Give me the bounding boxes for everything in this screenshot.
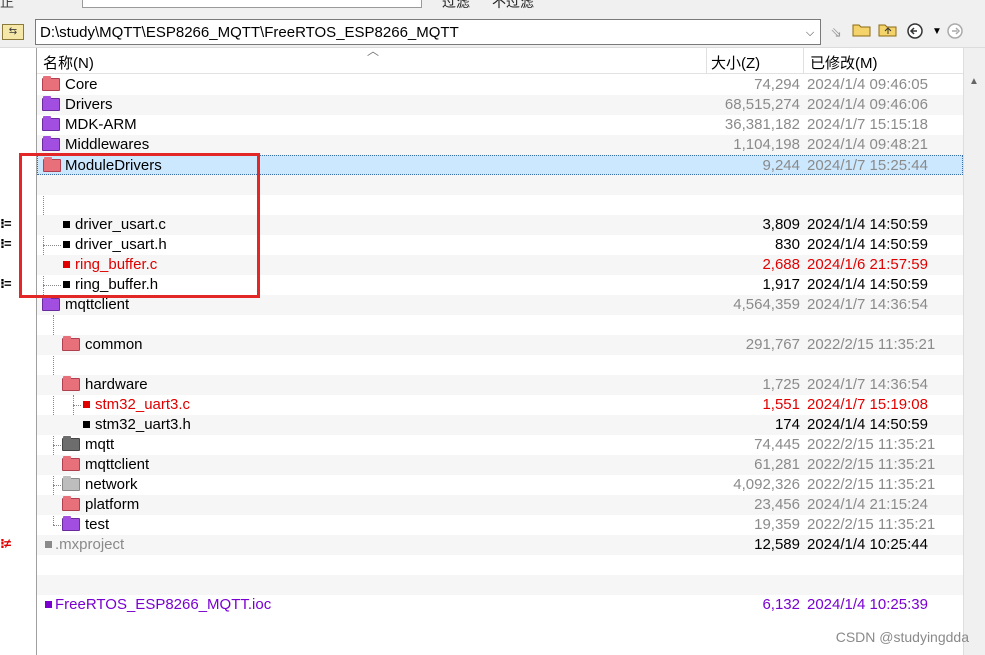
list-item[interactable]: mqttclient 4,564,359 2024/1/7 14:36:54 [37,295,963,315]
folder-icon [62,336,80,351]
forward-icon[interactable] [944,22,966,42]
list-item-empty [37,315,963,335]
file-icon [45,541,52,548]
list-item[interactable]: MDK-ARM 36,381,182 2024/1/7 15:15:18 [37,115,963,135]
path-field[interactable]: D:\study\MQTT\ESP8266_MQTT\FreeRTOS_ESP8… [35,19,821,45]
list-item-empty [37,555,963,575]
list-item[interactable]: Core 74,294 2024/1/4 09:46:05 [37,75,963,95]
open-folder-icon[interactable] [851,22,873,42]
list-item[interactable]: FreeRTOS_ESP8266_MQTT.ioc 6,132 2024/1/4… [37,595,963,615]
folder-icon [42,136,60,151]
equal-marker: ⁝= [0,216,11,231]
list-item[interactable]: network 4,092,326 2022/2/15 11:35:21 [37,475,963,495]
list-item[interactable]: mqttclient 61,281 2022/2/15 11:35:21 [37,455,963,475]
folder-icon [62,456,80,471]
tab-fragment[interactable]: 正 [0,0,14,12]
equal-marker: ⁝= [0,276,11,291]
open-folder-icon [62,376,80,391]
sort-ascending-icon: ︿ [367,44,380,58]
list-item[interactable]: .mxproject 12,589 2024/1/4 10:25:44 [37,535,963,555]
open-folder-icon [42,296,60,311]
not-equal-marker: ⁝≠ [0,536,11,551]
list-item[interactable]: stm32_uart3.c 1,551 2024/1/7 15:19:08 [37,395,963,415]
filter-button[interactable]: 过滤 [442,0,470,12]
highlight-box [19,153,260,298]
folder-icon [42,116,60,131]
file-icon [83,401,90,408]
list-item[interactable]: test 19,359 2022/2/15 11:35:21 [37,515,963,535]
watermark: CSDN @studyingdda [835,629,969,645]
column-modified[interactable]: 已修改(M) [810,52,878,73]
path-text: D:\study\MQTT\ESP8266_MQTT\FreeRTOS_ESP8… [40,24,459,41]
vertical-scrollbar[interactable]: ▲ [963,48,985,655]
folder-swap-icon[interactable]: ⇆ [2,24,24,40]
list-item[interactable]: mqtt 74,445 2022/2/15 11:35:21 [37,435,963,455]
filter-input[interactable] [82,0,422,8]
no-filter-button[interactable]: 不过滤 [492,0,534,12]
column-divider[interactable] [803,48,804,74]
path-toolbar: ⇆ D:\study\MQTT\ESP8266_MQTT\FreeRTOS_ES… [0,16,985,48]
list-item[interactable]: common 291,767 2022/2/15 11:35:21 [37,335,963,355]
folder-icon [62,496,80,511]
column-size[interactable]: 大小(Z) [711,52,760,73]
folder-icon [42,96,60,111]
folder-icon [62,436,80,451]
scroll-up-icon[interactable]: ▲ [969,76,979,87]
chevron-down-icon[interactable]: ⌵ [802,24,818,42]
equal-marker: ⁝= [0,236,11,251]
back-icon[interactable] [904,22,926,42]
file-icon [45,601,52,608]
list-item[interactable]: hardware 1,725 2024/1/7 14:36:54 [37,375,963,395]
column-header: ︿ 名称(N) 大小(Z) 已修改(M) [37,44,963,74]
folder-icon [62,476,80,491]
folder-icon [62,516,80,531]
swap-arrow-icon[interactable]: ⇘ [825,22,847,42]
filter-bar: 正 过滤 不过滤 [0,0,985,16]
list-item[interactable]: Drivers 68,515,274 2024/1/4 09:46:06 [37,95,963,115]
up-folder-icon[interactable] [877,22,899,42]
file-icon [83,421,90,428]
list-item-empty [37,575,963,595]
folder-icon [42,76,60,91]
list-item-empty [37,355,963,375]
list-item[interactable]: stm32_uart3.h 174 2024/1/4 14:50:59 [37,415,963,435]
list-item[interactable]: platform 23,456 2024/1/4 21:15:24 [37,495,963,515]
compare-gutter: ⁝= ⁝= ⁝= ⁝≠ [0,48,37,655]
list-item[interactable]: Middlewares 1,104,198 2024/1/4 09:48:21 [37,135,963,155]
column-name[interactable]: 名称(N) [43,52,94,73]
column-divider[interactable] [706,48,707,74]
